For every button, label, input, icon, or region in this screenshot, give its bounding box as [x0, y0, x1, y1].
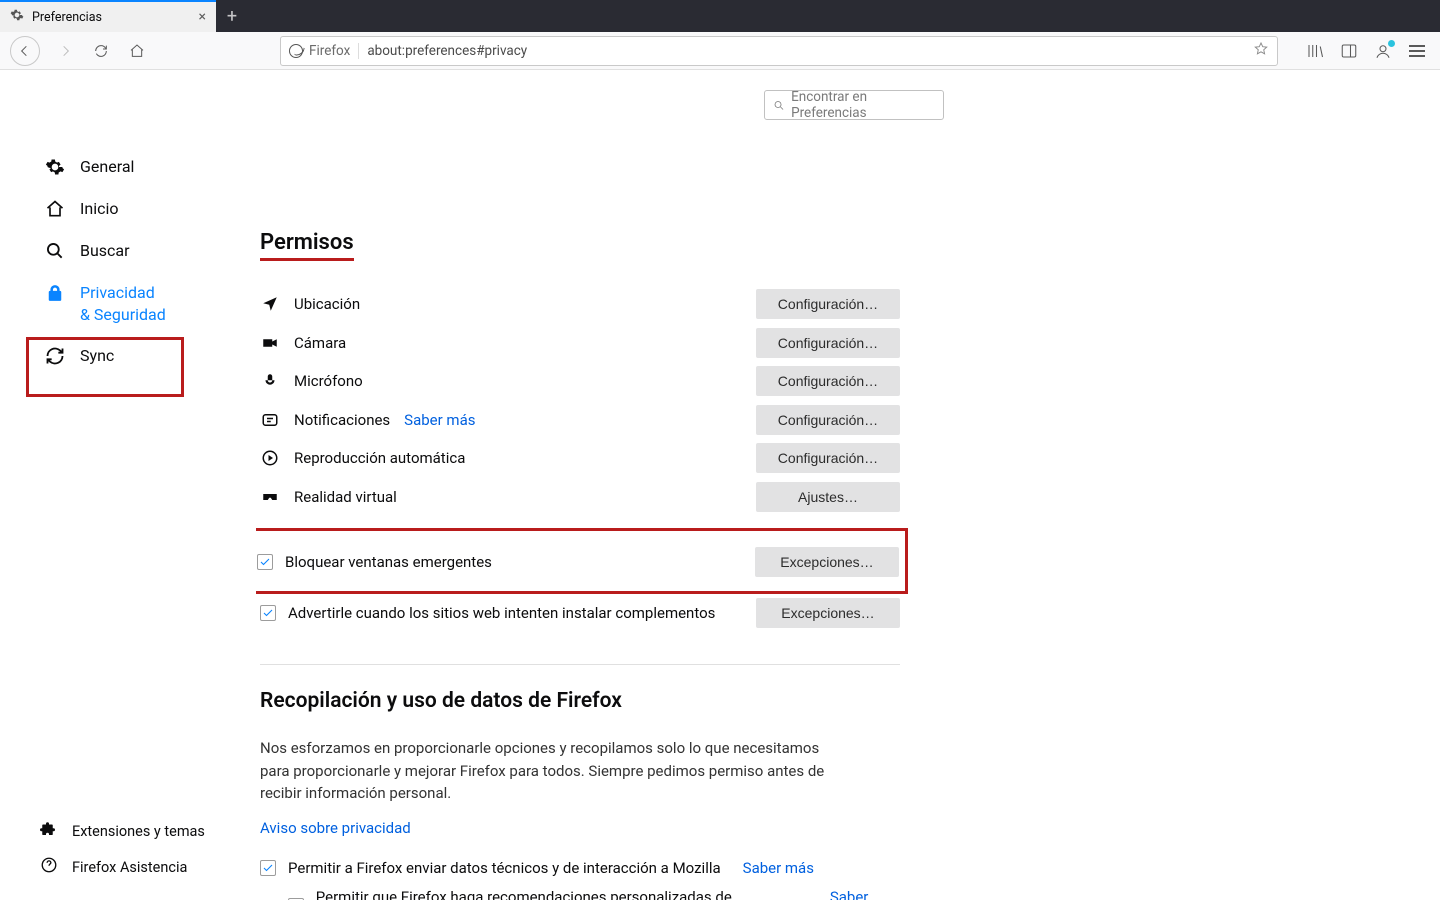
gear-icon	[44, 156, 66, 178]
autoplay-icon	[260, 448, 280, 468]
lock-icon	[44, 282, 66, 304]
notification-dot	[1388, 40, 1395, 47]
footer-label: Firefox Asistencia	[72, 859, 187, 876]
forward-button[interactable]	[54, 40, 76, 62]
tab-label: Preferencias	[32, 10, 191, 25]
sidebar-item-home[interactable]: Inicio	[40, 188, 256, 230]
perm-settings-button[interactable]: Configuración…	[756, 366, 900, 396]
section-heading-permissions: Permisos	[260, 230, 900, 261]
camera-icon	[260, 333, 280, 353]
check-row-block-popups: Bloquear ventanas emergentes Excepciones…	[257, 543, 899, 581]
perm-settings-button[interactable]: Ajustes…	[756, 482, 900, 512]
perm-label: Ubicación	[294, 295, 360, 313]
location-icon	[260, 294, 280, 314]
vr-icon	[260, 487, 280, 507]
search-placeholder: Encontrar en Preferencias	[791, 89, 935, 121]
perm-settings-button[interactable]: Configuración…	[756, 289, 900, 319]
perm-label: Reproducción automática	[294, 449, 465, 467]
search-icon	[44, 240, 66, 262]
section-divider	[260, 664, 900, 665]
check-row-warn-addons: Advertirle cuando los sitios web intente…	[260, 594, 900, 632]
perm-row-location: Ubicación Configuración…	[260, 285, 900, 324]
perm-label: Notificaciones	[294, 411, 390, 429]
bookmark-star-icon[interactable]	[1253, 41, 1269, 61]
perm-label: Micrófono	[294, 372, 363, 390]
check-label: Permitir a Firefox enviar datos técnicos…	[288, 859, 721, 877]
perm-row-notifications: Notificaciones Saber más Configuración…	[260, 401, 900, 440]
perm-row-camera: Cámara Configuración…	[260, 324, 900, 363]
sidebar-footer-support[interactable]: Firefox Asistencia	[40, 856, 205, 878]
microphone-icon	[260, 371, 280, 391]
perm-settings-button[interactable]: Configuración…	[756, 405, 900, 435]
help-icon	[40, 856, 58, 878]
preferences-main: Encontrar en Preferencias Permisos Ubica…	[256, 70, 1440, 900]
toolbar-right	[1306, 42, 1430, 60]
sidebar-item-label: Privacidad & Seguridad	[80, 282, 168, 325]
tab-preferences[interactable]: Preferencias ×	[0, 0, 216, 32]
url-text: about:preferences#privacy	[367, 43, 1245, 59]
learn-more-link[interactable]: Saber más	[743, 859, 814, 877]
check-row-telemetry: Permitir a Firefox enviar datos técnicos…	[260, 849, 900, 887]
sidebar-item-search[interactable]: Buscar	[40, 230, 256, 272]
reload-button[interactable]	[90, 40, 112, 62]
highlight-box-sidebar	[26, 337, 184, 397]
learn-more-link[interactable]: Saber más	[830, 888, 900, 900]
checkbox[interactable]	[257, 554, 273, 570]
highlight-box-popup: Bloquear ventanas emergentes Excepciones…	[256, 528, 908, 594]
find-in-preferences[interactable]: Encontrar en Preferencias	[764, 90, 944, 120]
check-label: Bloquear ventanas emergentes	[285, 553, 492, 571]
section-heading-datacollection: Recopilación y uso de datos de Firefox	[260, 689, 900, 713]
account-icon[interactable]	[1374, 42, 1392, 60]
footer-label: Extensiones y temas	[72, 823, 205, 840]
sidebar-item-label: Buscar	[80, 240, 130, 262]
identity-label: Firefox	[309, 43, 350, 59]
exceptions-button[interactable]: Excepciones…	[756, 598, 900, 628]
check-label: Permitir que Firefox haga recomendacione…	[316, 888, 808, 900]
sidebar-toggle-icon[interactable]	[1340, 42, 1358, 60]
perm-label: Cámara	[294, 334, 346, 352]
gear-icon	[10, 8, 24, 26]
back-button[interactable]	[10, 36, 40, 66]
new-tab-button[interactable]: +	[216, 0, 248, 32]
close-icon[interactable]: ×	[199, 9, 206, 25]
identity-box[interactable]: Firefox	[289, 43, 359, 59]
perm-row-microphone: Micrófono Configuración…	[260, 362, 900, 401]
home-icon	[44, 198, 66, 220]
url-bar[interactable]: Firefox about:preferences#privacy	[280, 36, 1278, 66]
puzzle-icon	[40, 820, 58, 842]
perm-settings-button[interactable]: Configuración…	[756, 328, 900, 358]
privacy-notice-link[interactable]: Aviso sobre privacidad	[260, 819, 900, 837]
perm-row-vr: Realidad virtual Ajustes…	[260, 478, 900, 517]
home-button[interactable]	[126, 40, 148, 62]
checkbox[interactable]	[260, 605, 276, 621]
datacollection-description: Nos esforzamos en proporcionarle opcione…	[260, 737, 850, 805]
check-label: Advertirle cuando los sitios web intente…	[288, 604, 715, 622]
menu-button[interactable]	[1408, 42, 1426, 60]
tab-strip: Preferencias × +	[0, 0, 1440, 32]
sidebar-item-general[interactable]: General	[40, 146, 256, 188]
perm-label: Realidad virtual	[294, 488, 397, 506]
firefox-icon	[289, 44, 303, 58]
sidebar-item-label: General	[80, 156, 134, 178]
perm-row-autoplay: Reproducción automática Configuración…	[260, 439, 900, 478]
preferences-sidebar: General Inicio Buscar Privacidad & Segur…	[0, 70, 256, 900]
sidebar-item-label: Inicio	[80, 198, 118, 220]
perm-settings-button[interactable]: Configuración…	[756, 443, 900, 473]
checkbox[interactable]	[260, 860, 276, 876]
exceptions-button[interactable]: Excepciones…	[755, 547, 899, 577]
notifications-icon	[260, 410, 280, 430]
nav-toolbar: Firefox about:preferences#privacy	[0, 32, 1440, 70]
library-icon[interactable]	[1306, 42, 1324, 60]
learn-more-link[interactable]: Saber más	[404, 411, 475, 429]
sidebar-footer-extensions[interactable]: Extensiones y temas	[40, 820, 205, 842]
sidebar-item-privacy[interactable]: Privacidad & Seguridad	[40, 272, 180, 335]
check-row-ext-recs: Permitir que Firefox haga recomendacione…	[288, 887, 900, 900]
